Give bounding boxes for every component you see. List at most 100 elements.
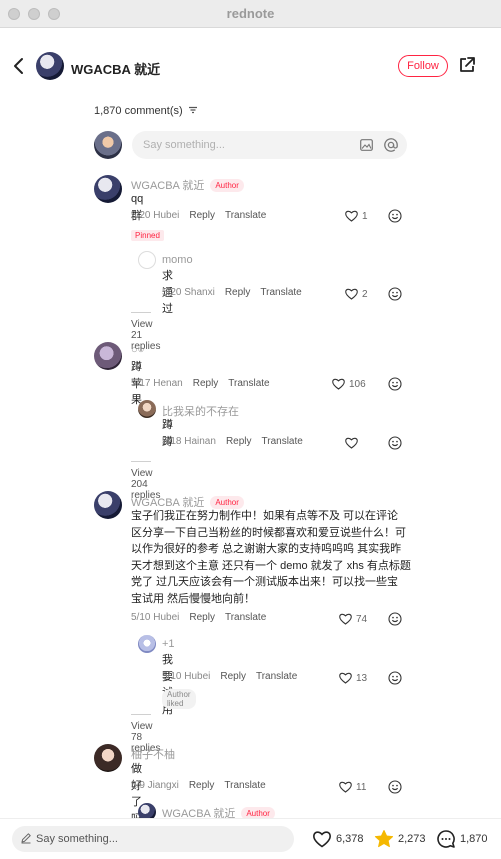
window-titlebar: rednote xyxy=(0,0,501,28)
reply-date: 5/18 Hainan xyxy=(162,436,216,447)
translate-button[interactable]: Translate xyxy=(256,671,297,682)
post-collect-count: 2,273 xyxy=(398,833,426,845)
like-count: 106 xyxy=(349,378,366,390)
star-icon xyxy=(374,830,394,848)
like-button[interactable]: 1 xyxy=(345,209,368,223)
author-avatar[interactable] xyxy=(36,52,64,80)
reply-meta: 5/10 Hubei Reply Translate xyxy=(162,671,297,682)
reply-date: 5/10 Hubei xyxy=(162,671,211,682)
comment-text-line: 党了 过几天应该会有一个测试版本出来！可以找一些宝 xyxy=(131,576,399,588)
translate-button[interactable]: Translate xyxy=(262,436,303,447)
emoji-react-icon[interactable] xyxy=(388,780,402,794)
follow-button[interactable]: Follow xyxy=(398,55,448,77)
post-comments-button[interactable]: 1,870 xyxy=(436,829,488,849)
bottom-comment-input[interactable]: Say something... xyxy=(12,826,294,852)
like-button[interactable]: 74 xyxy=(339,612,367,626)
author-liked-badge: Author liked xyxy=(162,689,196,709)
pencil-icon xyxy=(21,833,31,844)
reply-avatar[interactable] xyxy=(138,251,156,269)
translate-button[interactable]: Translate xyxy=(224,780,265,791)
comment-text-line: 宝子们我正在努力制作中！如果有点等不及 可以在评论 xyxy=(131,510,399,522)
like-count: 1 xyxy=(362,210,368,222)
reply-name[interactable]: 比我呆的不存在 xyxy=(162,403,239,419)
reply-button[interactable]: Reply xyxy=(220,671,246,682)
like-count: 2 xyxy=(362,288,368,300)
emoji-react-icon[interactable] xyxy=(388,287,402,301)
pinned-badge: Pinned xyxy=(131,230,164,241)
heart-icon xyxy=(345,210,358,222)
heart-icon xyxy=(332,378,345,390)
bottom-input-placeholder: Say something... xyxy=(36,833,118,845)
comment-text-line: 区分享一下自己当粉丝的时候都喜欢和爱豆说些什么！可 xyxy=(131,526,406,539)
reply-date: 5/20 Shanxi xyxy=(162,287,215,298)
emoji-react-icon[interactable] xyxy=(388,671,402,685)
comment-meta: 5/10 Hubei Reply Translate xyxy=(131,612,266,623)
reply-name[interactable]: +1 xyxy=(162,638,175,650)
reply-button[interactable]: Reply xyxy=(193,378,219,389)
reply-button[interactable]: Reply xyxy=(226,436,252,447)
like-button[interactable] xyxy=(345,436,362,450)
heart-icon xyxy=(339,613,352,625)
reply-button[interactable]: Reply xyxy=(225,287,251,298)
comment-meta: 5/9 Jiangxi Reply Translate xyxy=(131,780,266,791)
commenter-name[interactable]: WGACBA 就近 Author xyxy=(131,177,244,193)
heart-icon xyxy=(345,437,358,449)
author-badge: Author xyxy=(210,179,244,192)
like-count: 74 xyxy=(356,613,368,625)
back-arrow-icon[interactable] xyxy=(12,56,26,76)
emoji-react-icon[interactable] xyxy=(388,377,402,391)
commenter-avatar[interactable] xyxy=(94,744,122,772)
translate-button[interactable]: Translate xyxy=(225,612,266,623)
like-count: 13 xyxy=(356,672,368,684)
sort-icon[interactable] xyxy=(188,106,198,114)
window-title: rednote xyxy=(226,6,275,21)
like-button[interactable]: 11 xyxy=(339,780,366,794)
comment-date: 5/9 Jiangxi xyxy=(131,780,179,791)
commenter-name[interactable]: ○○ xyxy=(131,344,144,356)
reply-button[interactable]: Reply xyxy=(189,780,215,791)
comment-text-line: 以作为很好的参考 总之谢谢大家的支持呜呜呜 其实我昨 xyxy=(131,543,402,555)
heart-icon xyxy=(345,288,358,300)
comment-meta: 5/17 Henan Reply Translate xyxy=(131,378,270,389)
commenter-avatar[interactable] xyxy=(94,175,122,203)
emoji-react-icon[interactable] xyxy=(388,436,402,450)
comment-meta: 5/20 Hubei Reply Translate xyxy=(131,210,266,221)
translate-button[interactable]: Translate xyxy=(228,378,269,389)
like-count: 11 xyxy=(356,781,367,793)
emoji-react-icon[interactable] xyxy=(388,209,402,223)
reply-avatar[interactable] xyxy=(138,635,156,653)
reply-name[interactable]: momo xyxy=(162,254,193,266)
comment-date: 5/20 Hubei xyxy=(131,210,180,221)
author-name[interactable]: WGACBA 就近 xyxy=(71,59,160,78)
reply-meta: 5/20 Shanxi Reply Translate xyxy=(162,287,302,298)
like-button[interactable]: 106 xyxy=(332,377,366,391)
post-like-count: 6,378 xyxy=(336,833,364,845)
translate-button[interactable]: Translate xyxy=(260,287,301,298)
heart-icon xyxy=(339,781,352,793)
like-button[interactable]: 2 xyxy=(345,287,368,301)
translate-button[interactable]: Translate xyxy=(225,210,266,221)
comment-date: 5/10 Hubei xyxy=(131,612,180,623)
post-collect-button[interactable]: 2,273 xyxy=(374,829,426,849)
post-comment-count: 1,870 xyxy=(460,833,488,845)
image-icon[interactable] xyxy=(360,139,373,151)
reply-button[interactable]: Reply xyxy=(189,612,215,623)
comments-count-label: 1,870 comment(s) xyxy=(94,105,183,117)
share-icon[interactable] xyxy=(458,56,476,74)
comment-bubble-icon xyxy=(437,830,455,848)
reply-button[interactable]: Reply xyxy=(189,210,215,221)
reply-avatar[interactable] xyxy=(138,400,156,418)
comments-count[interactable]: 1,870 comment(s) xyxy=(94,105,198,117)
comment-input[interactable]: Say something... xyxy=(132,131,407,159)
commenter-avatar[interactable] xyxy=(94,342,122,370)
reply-meta: 5/18 Hainan Reply Translate xyxy=(162,436,303,447)
like-button[interactable]: 13 xyxy=(339,671,367,685)
commenter-avatar[interactable] xyxy=(94,491,122,519)
heart-icon xyxy=(339,672,352,684)
comment-text: 宝子们我正在努力制作中！如果有点等不及 可以在评论 区分享一下自己当粉丝的时候都… xyxy=(131,508,411,607)
post-like-button[interactable]: 6,378 xyxy=(312,829,364,849)
mention-icon[interactable] xyxy=(384,138,398,152)
post-header: WGACBA 就近 Follow xyxy=(0,28,501,102)
commenter-name[interactable]: 柚子不柚 xyxy=(131,746,175,762)
emoji-react-icon[interactable] xyxy=(388,612,402,626)
